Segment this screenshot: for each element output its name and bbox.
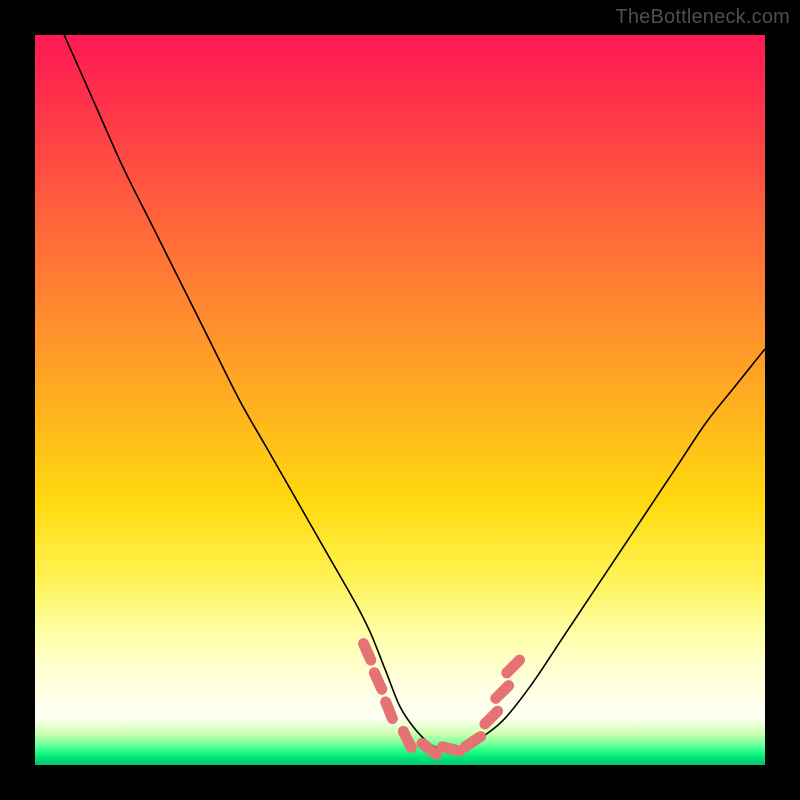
watermark-text: TheBottleneck.com bbox=[615, 6, 790, 29]
curve-node bbox=[374, 673, 381, 690]
curve-node bbox=[466, 737, 481, 747]
curve-node bbox=[496, 686, 509, 699]
curve-node bbox=[403, 731, 411, 747]
curve-node bbox=[442, 747, 459, 751]
curve-node bbox=[507, 660, 520, 673]
curve-node bbox=[364, 644, 371, 661]
curve-nodes bbox=[364, 644, 520, 755]
curve-node bbox=[386, 702, 393, 719]
plot-area bbox=[35, 35, 765, 765]
curve-path bbox=[64, 35, 765, 751]
bottleneck-curve bbox=[35, 35, 765, 765]
curve-node bbox=[485, 711, 498, 724]
chart-frame: TheBottleneck.com bbox=[0, 0, 800, 800]
curve-node bbox=[422, 744, 436, 755]
